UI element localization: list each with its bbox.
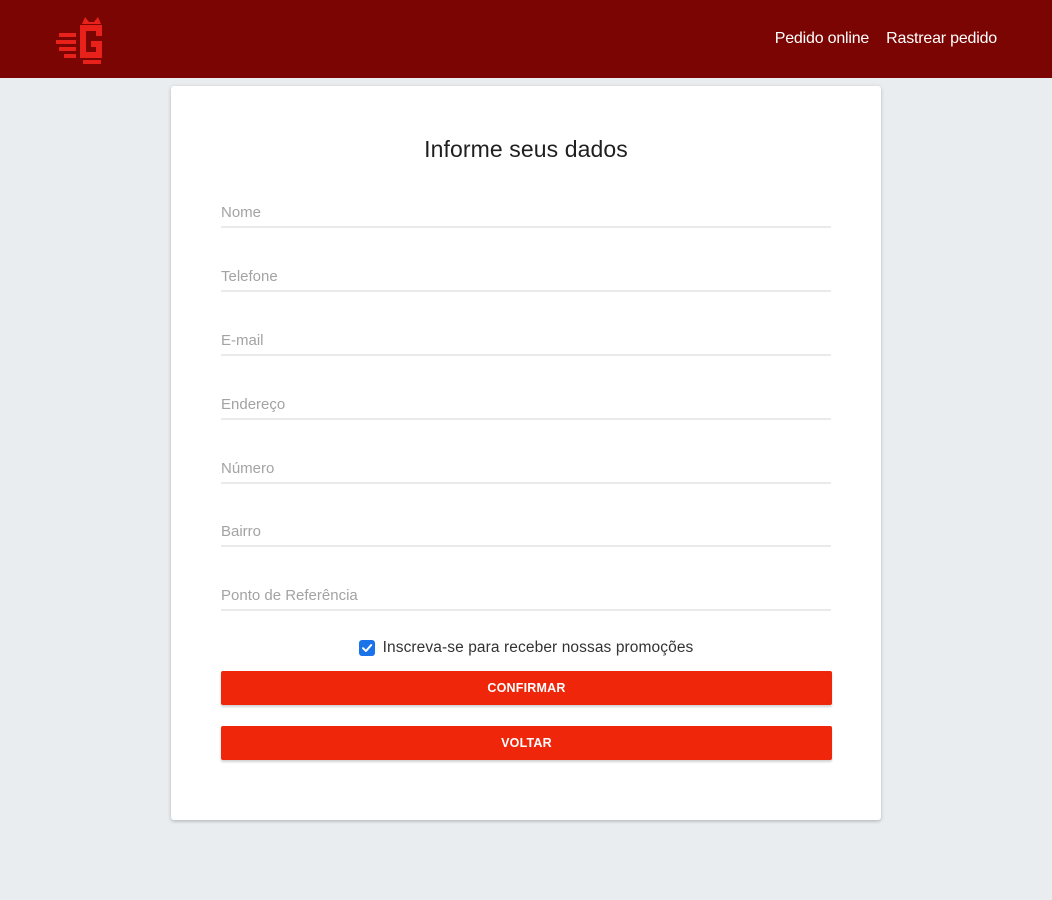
address-input[interactable]	[221, 390, 831, 420]
promo-opt-in: Inscreva-se para receber nossas promoçõe…	[171, 639, 881, 657]
nav-rastrear-pedido[interactable]: Rastrear pedido	[886, 30, 997, 48]
promo-label[interactable]: Inscreva-se para receber nossas promoçõe…	[383, 639, 694, 657]
reference-point-input[interactable]	[221, 581, 831, 611]
name-input[interactable]	[221, 198, 831, 228]
form-card: Informe seus dados Inscreva-se para rece…	[171, 86, 881, 820]
top-nav: Pedido online Rastrear pedido	[775, 30, 997, 48]
nav-pedido-online[interactable]: Pedido online	[775, 30, 870, 48]
check-icon	[361, 644, 372, 652]
app-header: Pedido online Rastrear pedido	[0, 0, 1052, 78]
promo-checkbox[interactable]	[358, 640, 375, 656]
confirm-button[interactable]: CONFIRMAR	[221, 671, 832, 705]
brand-logo-icon[interactable]	[55, 14, 107, 66]
email-input[interactable]	[221, 326, 831, 356]
number-input[interactable]	[221, 454, 831, 484]
neighborhood-input[interactable]	[221, 517, 831, 547]
phone-input[interactable]	[221, 262, 831, 292]
back-button[interactable]: VOLTAR	[221, 726, 832, 760]
form-title: Informe seus dados	[424, 136, 628, 162]
